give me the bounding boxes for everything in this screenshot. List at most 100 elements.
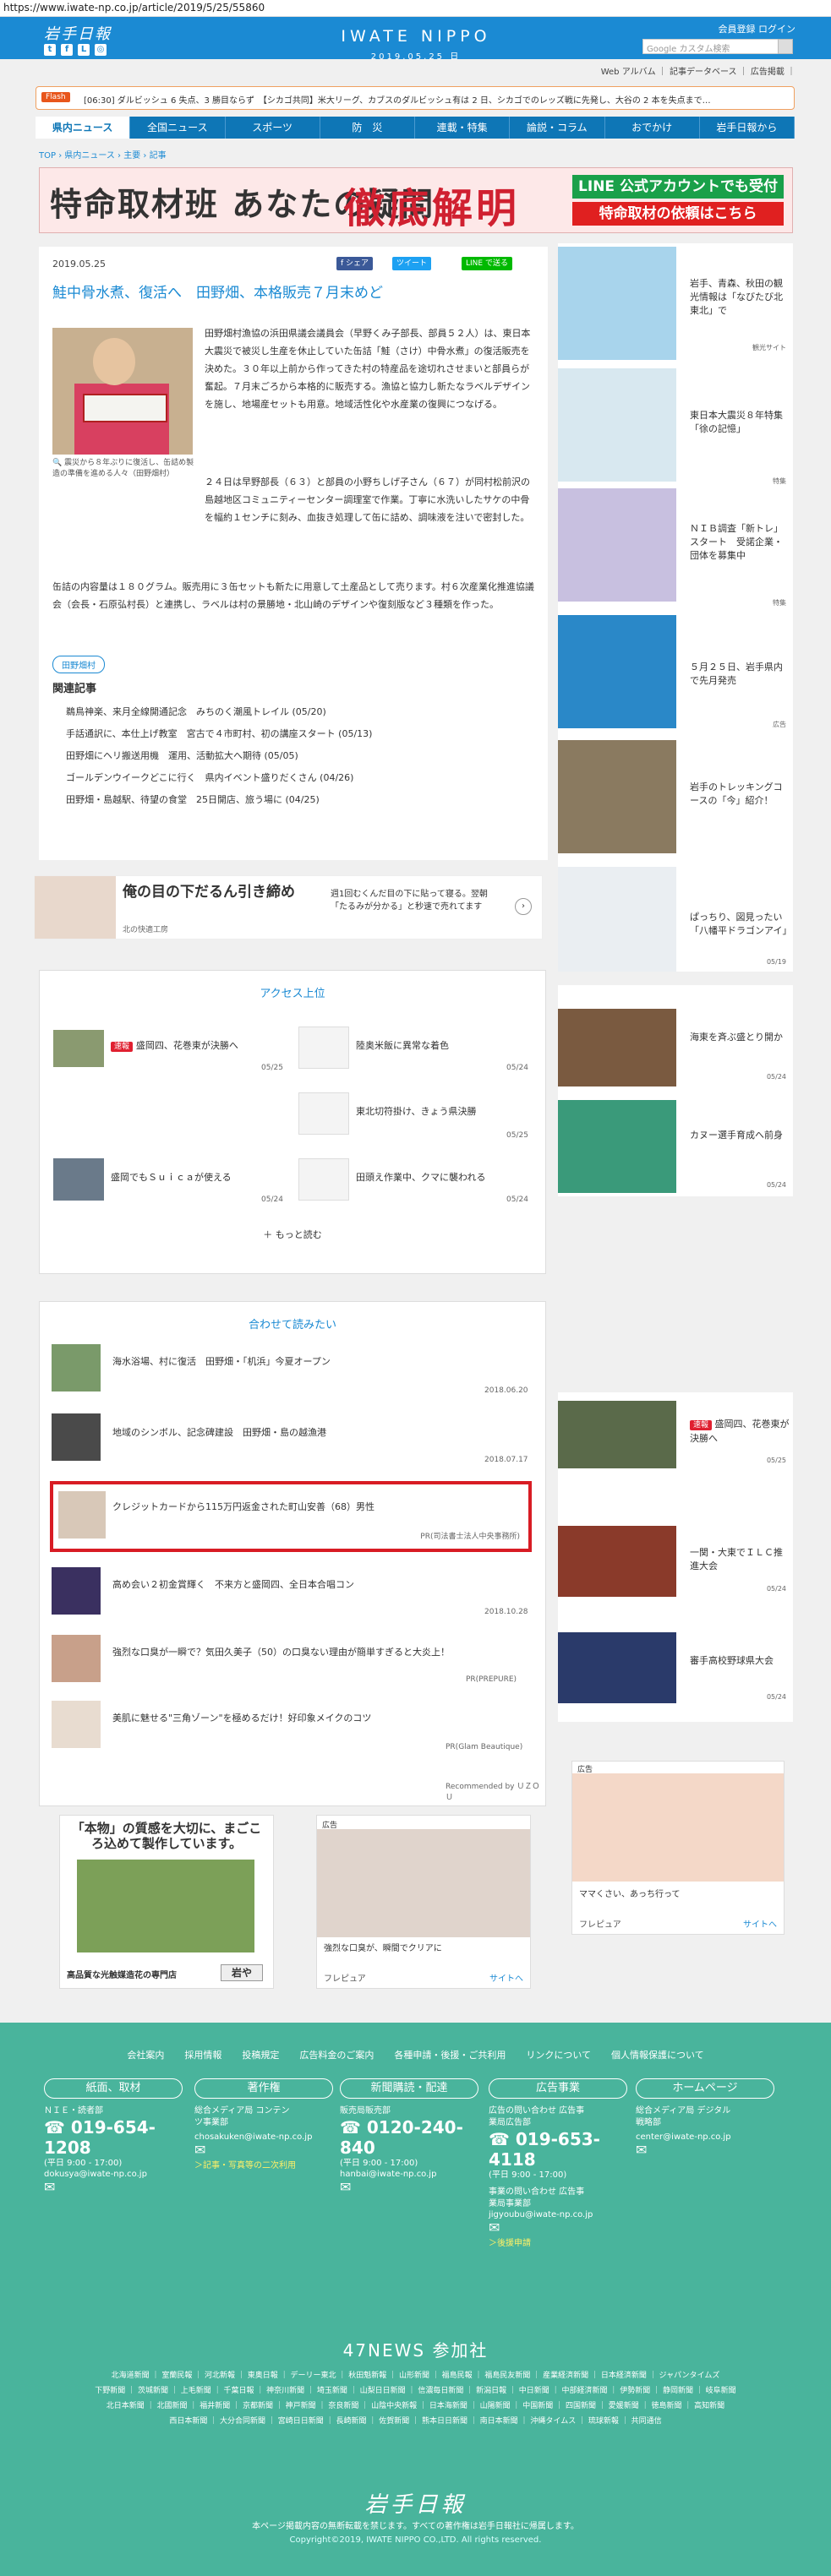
footer-sub-link[interactable]: ＞後援申請 (489, 2236, 627, 2248)
more-button[interactable]: ＋ もっと読む (40, 1228, 545, 1241)
search-input[interactable]: Google カスタム検索 (642, 39, 786, 54)
paper-list-row[interactable]: 北海道新聞 ｜ 室蘭民報 ｜ 河北新報 ｜ 東奥日報 ｜ デーリー東北 ｜ 秋田… (59, 2369, 772, 2383)
paper-list-row[interactable]: 北日本新聞 ｜ 北國新聞 ｜ 福井新聞 ｜ 京都新聞 ｜ 神戸新聞 ｜ 奈良新聞… (59, 2399, 772, 2413)
rank-item-4[interactable]: 盛岡でもＳｕｉｃａが使える (111, 1170, 232, 1184)
toothbrush-ad[interactable]: 広告 強烈な口臭が、瞬間でクリアに フレピュア サイトへ (316, 1815, 531, 1989)
article-tag[interactable]: 田野畑村 (52, 656, 105, 673)
side-item-5[interactable]: 岩手のトレッキングコースの「今」紹介！ (690, 781, 790, 808)
nav-outing[interactable]: おでかけ (605, 117, 700, 139)
sidebar-ad[interactable]: 広告 ママくさい、あっち行って フレピュア サイトへ (571, 1761, 785, 1935)
rec-thumb[interactable] (52, 1344, 101, 1391)
rec-item-6[interactable]: 美肌に魅せる"三角ゾーン"を極めるだけ！好印象メイクのコツ (112, 1711, 371, 1724)
chevron-right-icon[interactable]: › (515, 898, 532, 915)
flash-text[interactable]: [06:30] ダルビッシュ 6 失点、3 勝目ならず 【シカゴ共同】米大リーグ… (84, 93, 785, 106)
rec-item-5[interactable]: 強烈な口臭が一瞬で？気田久美子（50）の口臭ない理由が簡単すぎると大炎上！ (112, 1645, 450, 1658)
footer-link[interactable]: 採用情報 (184, 2048, 221, 2061)
flower-ad[interactable]: 「本物」の質感を大切に、まごころ込めて製作しています。 高品質な光触媒造花の専門… (59, 1815, 274, 1989)
footer-email[interactable]: jigyoubu@iwate-np.co.jp (489, 2210, 627, 2219)
rec-item-1[interactable]: 海水浴場、村に復活 田野畑・「机浜」今夏オープン (112, 1354, 331, 1368)
rec-thumb[interactable] (52, 1413, 101, 1461)
search-button[interactable] (778, 39, 793, 54)
side-thumb[interactable] (558, 488, 676, 602)
footer-link[interactable]: 個人情報保護について (611, 2048, 704, 2061)
mail-icon[interactable]: ✉ (44, 2179, 183, 2195)
side-thumb[interactable] (558, 1632, 676, 1703)
phone-number[interactable]: ☎ 0120-240-840 (340, 2117, 478, 2158)
rec-thumb[interactable] (52, 1701, 101, 1748)
rank-thumb[interactable] (298, 1027, 349, 1069)
recommend-powered-by[interactable]: Recommended by ＵＺＯＵ (446, 1780, 545, 1802)
rec-item-2[interactable]: 地域のシンボル、記念碑建設 田野畑・島の越漁港 (112, 1425, 326, 1439)
article-photo[interactable] (52, 328, 193, 455)
side-item-1[interactable]: 岩手、青森、秋田の観光情報は「なびたび北東北」で (690, 277, 790, 318)
twitter-share-button[interactable]: ツイート (392, 257, 432, 270)
related-item[interactable]: 田野畑・島越駅、待望の食堂 25日開店、旅う場に (04/25) (66, 792, 320, 806)
side-thumb[interactable] (558, 368, 676, 482)
side-thumb[interactable] (558, 247, 676, 360)
footer-link[interactable]: 広告料金のご案内 (299, 2048, 374, 2061)
footer-email[interactable]: dokusya@iwate-np.co.jp (44, 2170, 183, 2179)
inline-ad[interactable]: 俺の目の下だるん引き締め 北の快適工房 週1回むくんだ目の下に貼って寝る。翌朝「… (34, 875, 543, 939)
footer-sub-link[interactable]: ＞記事・写真等の二次利用 (194, 2158, 333, 2170)
phone-number[interactable]: ☎ 019-654-1208 (44, 2117, 183, 2158)
facebook-share-button[interactable]: f シェア (336, 257, 374, 270)
nav-disaster[interactable]: 防 災 (320, 117, 415, 139)
nav-prefecture[interactable]: 県内ニュース (36, 117, 131, 139)
rank-item-3[interactable]: 東北切符掛け、きょう県決勝 (356, 1104, 476, 1118)
breadcrumb[interactable]: TOP › 県内ニュース › 主要 › 記事 (39, 148, 167, 161)
paper-list-row[interactable]: 西日本新聞 ｜ 大分合同新聞 ｜ 宮崎日日新聞 ｜ 長崎新聞 ｜ 佐賀新聞 ｜ … (59, 2415, 772, 2428)
rec-item-4[interactable]: 高め会い２初金賞輝く 不来方と盛岡四、全日本合唱コン (112, 1577, 354, 1591)
nav-column[interactable]: 論説・コラム (510, 117, 605, 139)
nav-from-nippo[interactable]: 岩手日報から (700, 117, 795, 139)
banner-request-button[interactable]: 特命取材の依頼はこちら (572, 202, 784, 226)
footer-link[interactable]: 投稿規定 (242, 2048, 279, 2061)
brand-name[interactable]: IWATE NIPPO (331, 27, 500, 46)
header-sub-links[interactable]: Web アルバム ｜ 記事データベース ｜ 広告掲載 ｜ (601, 64, 795, 77)
flash-news[interactable]: Flash [06:30] ダルビッシュ 6 失点、3 勝目ならず 【シカゴ共同… (36, 86, 795, 110)
side-item-6[interactable]: ぱっちり、図見ったい「八幡平ドラゴンアイ」 (690, 911, 791, 938)
site-logo[interactable]: 岩手日報 (44, 22, 112, 44)
side-thumb[interactable] (558, 867, 676, 972)
side-item-10[interactable]: 一関・大東でＩＬＣ推進大会 (690, 1546, 790, 1573)
side-item-2[interactable]: 東日本大震災８年特集「徐の記憶」 (690, 409, 790, 436)
nav-national[interactable]: 全国ニュース (130, 117, 226, 139)
banner-line-button[interactable]: LINE 公式アカウントでも受付 (572, 175, 784, 199)
feature-banner[interactable]: 特命取材班 あなたの疑問 徹底解明 LINE 公式アカウントでも受付 特命取材の… (39, 167, 793, 233)
nav-series[interactable]: 連載・特集 (415, 117, 511, 139)
rank-item-1[interactable]: 速報 盛岡四、花巻東が決勝へ (111, 1038, 238, 1052)
rank-item-2[interactable]: 陸奥米飯に異常な着色 (356, 1038, 449, 1052)
phone-number[interactable]: ☎ 019-653-4118 (489, 2129, 627, 2170)
footer-logo[interactable]: 岩手日報 (0, 2487, 831, 2519)
mail-icon[interactable]: ✉ (340, 2179, 478, 2195)
side-thumb[interactable] (558, 1401, 676, 1468)
footer-email[interactable]: center@iwate-np.co.jp (636, 2132, 774, 2142)
highlighted-ad-row[interactable]: クレジットカードから115万円返金された町山安善（68）男性 PR(司法書士法人… (50, 1481, 532, 1552)
related-item[interactable]: ゴールデンウイークどこに行く 県内イベント盛りだくさん (04/26) (66, 771, 353, 784)
side-thumb[interactable] (558, 1526, 676, 1597)
related-item[interactable]: 手話通訳に、本仕上げ教室 宮古で４市町村、初の講座スタート (05/13) (66, 727, 372, 740)
side-thumb[interactable] (558, 740, 676, 853)
flower-ad-button[interactable]: 岩や (221, 1964, 263, 1981)
ad-site-link[interactable]: サイトへ (743, 1917, 777, 1930)
side-item-9[interactable]: 速報 盛岡四、花巻東が決勝へ (690, 1418, 790, 1446)
footer-link[interactable]: 各種申請・後援・ご共利用 (394, 2048, 506, 2061)
side-thumb[interactable] (558, 1009, 676, 1086)
footer-link[interactable]: リンクについて (526, 2048, 591, 2061)
side-item-11[interactable]: 審手高校野球県大会 (690, 1654, 790, 1668)
mail-icon[interactable]: ✉ (489, 2219, 627, 2236)
footer-link[interactable]: 会社案内 (127, 2048, 164, 2061)
side-thumb[interactable] (558, 1100, 676, 1193)
side-thumb[interactable] (558, 615, 676, 728)
rank-thumb[interactable] (298, 1092, 349, 1135)
related-item[interactable]: 鵜鳥神楽、来月全線開通記念 みちのく潮風トレイル (05/20) (66, 705, 326, 718)
ad-site-link[interactable]: サイトへ (489, 1971, 523, 1984)
rec-thumb[interactable] (52, 1635, 101, 1682)
rank-thumb[interactable] (298, 1158, 349, 1201)
rank-thumb[interactable] (53, 1030, 104, 1067)
line-icon[interactable]: L (78, 44, 90, 56)
side-item-8[interactable]: カヌー選手育成へ前身 (690, 1129, 790, 1142)
footer-email[interactable]: chosakuken@iwate-np.co.jp (194, 2132, 333, 2142)
mail-icon[interactable]: ✉ (636, 2142, 774, 2158)
instagram-icon[interactable]: ◎ (95, 44, 107, 56)
member-links[interactable]: 会員登録 ログイン (719, 22, 796, 35)
